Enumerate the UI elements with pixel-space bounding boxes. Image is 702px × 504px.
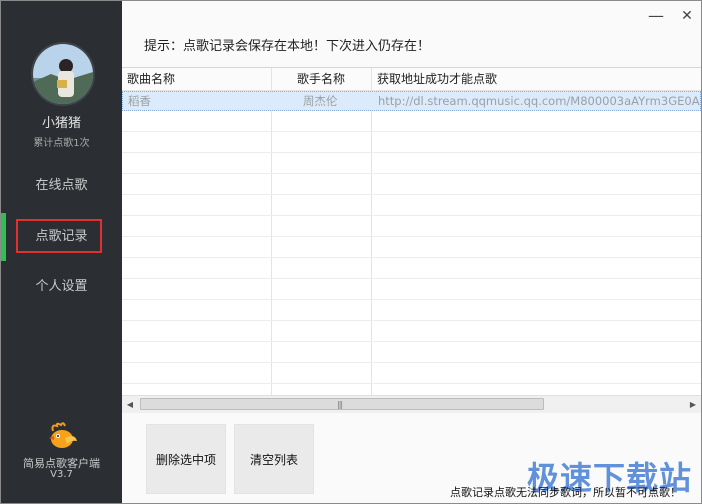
empty-row <box>122 322 701 342</box>
song-count: 累计点歌1次 <box>33 138 90 149</box>
username: 小猪猪 <box>41 116 81 131</box>
sidebar: 小猪猪 累计点歌1次 在线点歌 点歌记录 个人设置 简易点歌客户端 V3.7 <box>1 1 122 503</box>
song-history-table: 歌曲名称 歌手名称 获取地址成功才能点歌 稻香 周杰伦 http://dl.st… <box>122 67 701 396</box>
nav-online-song-label: 在线点歌 <box>35 178 88 193</box>
delete-selected-button[interactable]: 删除选中项 <box>146 424 226 494</box>
scroll-right-button[interactable]: ▶ <box>685 397 701 412</box>
empty-row <box>122 343 701 363</box>
empty-row <box>122 280 701 300</box>
grip-icon: ||| <box>337 400 343 409</box>
active-indicator <box>1 213 6 261</box>
nav-song-history[interactable]: 点歌记录 <box>1 213 122 261</box>
arrow-right-icon: ▶ <box>689 400 697 409</box>
hint-text: 提示：点歌记录会保存在本地！下次进入仍存在！ <box>144 39 431 54</box>
app-version: V3.7 <box>50 469 73 480</box>
close-button[interactable]: ✕ <box>677 7 697 27</box>
empty-row <box>122 196 701 216</box>
cell-song: 稻香 <box>128 94 151 108</box>
footer-note: 点歌记录点歌无法同步歌词，所以暂不可点歌！ <box>450 486 681 499</box>
empty-row <box>122 112 701 132</box>
empty-row <box>122 238 701 258</box>
empty-row <box>122 364 701 384</box>
minimize-button[interactable]: — <box>646 7 666 27</box>
column-header-song[interactable]: 歌曲名称 <box>127 68 175 90</box>
table-header: 歌曲名称 歌手名称 获取地址成功才能点歌 <box>122 68 701 91</box>
minimize-icon: — <box>648 6 664 25</box>
empty-row <box>122 175 701 195</box>
scrollbar-thumb[interactable]: ||| <box>140 398 544 410</box>
column-header-singer[interactable]: 歌手名称 <box>297 68 345 90</box>
empty-row <box>122 133 701 153</box>
arrow-left-icon: ◀ <box>126 400 134 409</box>
app-window: 小猪猪 累计点歌1次 在线点歌 点歌记录 个人设置 简易点歌客户端 V3.7 — <box>0 0 702 504</box>
avatar-image <box>33 44 93 104</box>
avatar[interactable] <box>31 42 95 106</box>
empty-row <box>122 301 701 321</box>
empty-row <box>122 217 701 237</box>
nav-personal-settings-label: 个人设置 <box>35 279 88 294</box>
empty-row <box>122 259 701 279</box>
column-header-url[interactable]: 获取地址成功才能点歌 <box>377 68 497 90</box>
cell-url: http://dl.stream.qqmusic.qq.com/M800003a… <box>378 94 700 108</box>
table-row[interactable]: 稻香 周杰伦 http://dl.stream.qqmusic.qq.com/M… <box>122 91 701 111</box>
horizontal-scrollbar[interactable]: ◀ ||| ▶ <box>122 395 701 413</box>
cell-singer: 周杰伦 <box>303 94 338 108</box>
nav-online-song[interactable]: 在线点歌 <box>1 168 122 204</box>
main-panel: — ✕ 提示：点歌记录会保存在本地！下次进入仍存在！ 歌曲名称 歌手名称 获取地… <box>122 1 701 503</box>
nav-personal-settings[interactable]: 个人设置 <box>1 269 122 305</box>
close-icon: ✕ <box>681 8 693 24</box>
highlight-box <box>16 219 102 253</box>
bird-logo-icon <box>49 422 77 448</box>
empty-row <box>122 154 701 174</box>
clear-list-button[interactable]: 清空列表 <box>234 424 314 494</box>
scroll-left-button[interactable]: ◀ <box>122 397 138 412</box>
